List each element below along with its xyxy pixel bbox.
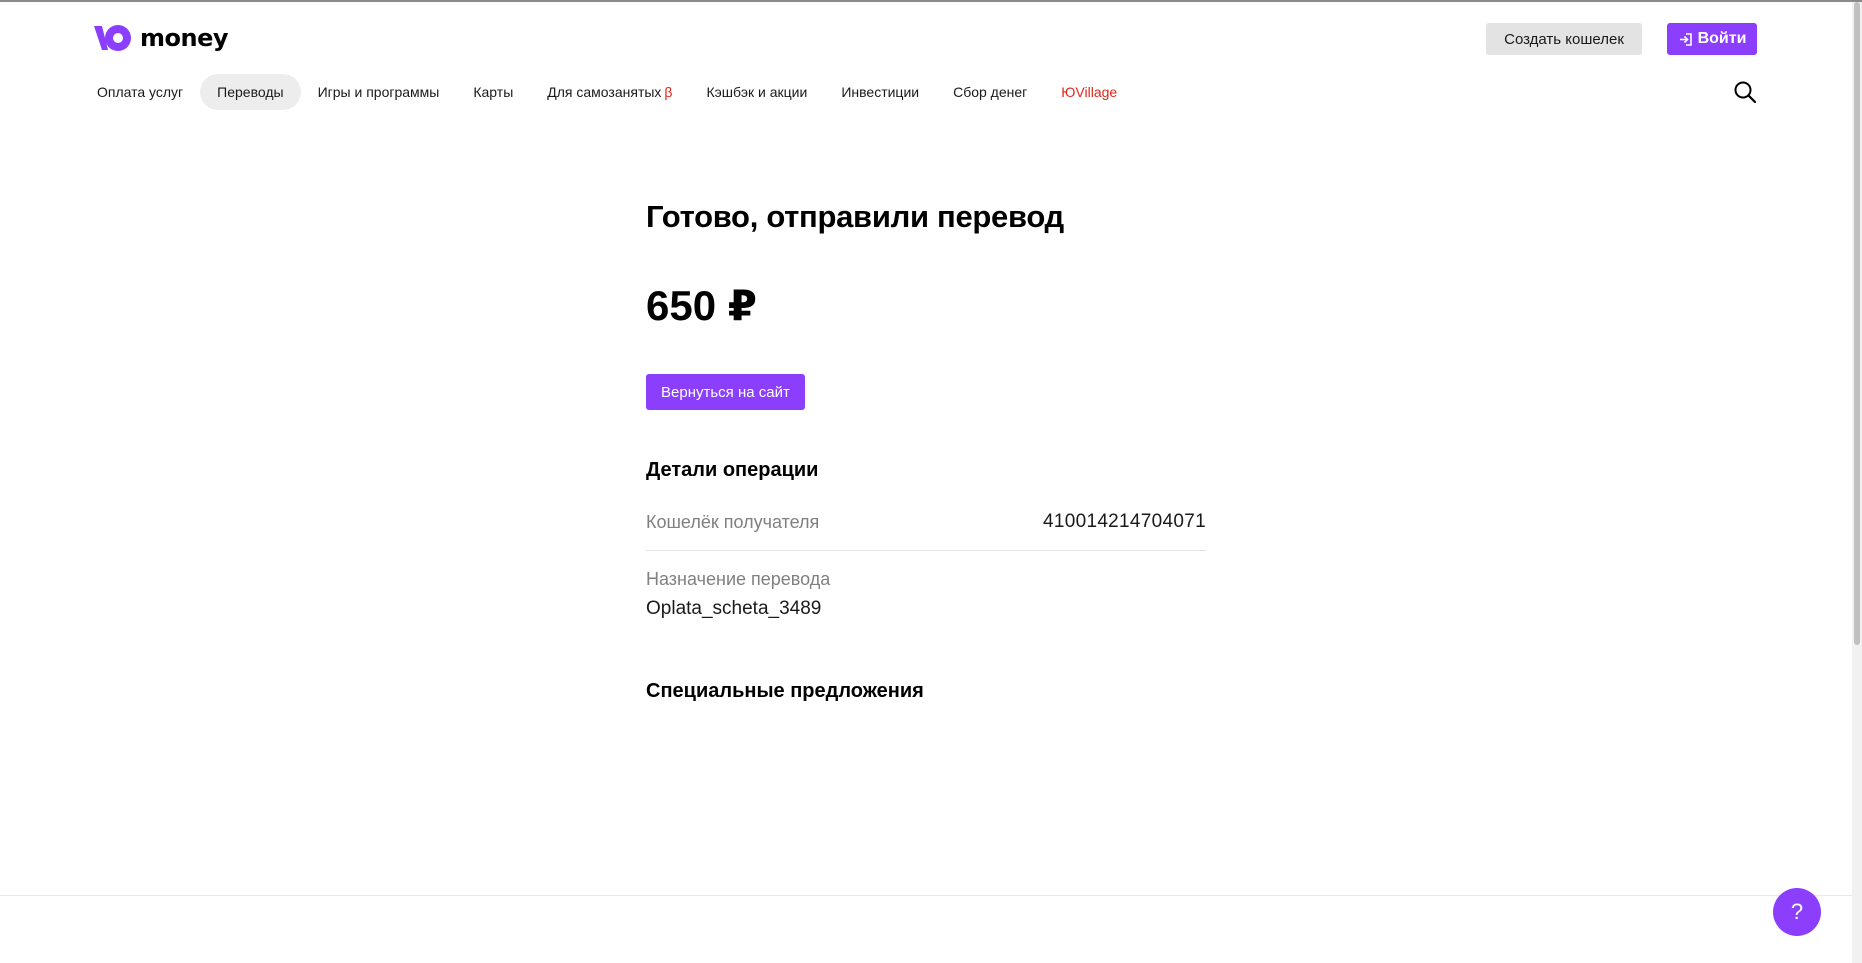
transfer-amount: 650 ₽ bbox=[646, 282, 757, 329]
nav-item-self-employed[interactable]: Для самозанятых β bbox=[530, 74, 689, 110]
main-nav: Оплата услуг Переводы Игры и программы К… bbox=[80, 74, 1134, 110]
nav-item-label: Для самозанятых bbox=[547, 84, 662, 100]
yoomoney-logo[interactable]: money bbox=[94, 23, 229, 53]
recipient-wallet-value: 410014214704071 bbox=[1042, 511, 1206, 532]
transfer-purpose-label: Назначение перевода bbox=[646, 569, 831, 589]
nav-item-label: Кэшбэк и акции bbox=[706, 84, 808, 100]
nav-item-label: ЮVillage bbox=[1061, 84, 1118, 100]
yoomoney-logo-icon bbox=[94, 25, 131, 51]
help-button[interactable]: ? bbox=[1773, 888, 1821, 936]
page-title: Готово, отправили перевод bbox=[646, 199, 1064, 234]
login-button[interactable]: Войти bbox=[1667, 23, 1757, 55]
site-header: money Создать кошелек Войти Оплата услуг… bbox=[0, 2, 1852, 112]
nav-item-label: Карты bbox=[473, 84, 514, 100]
nav-item-label: Оплата услуг bbox=[97, 84, 184, 100]
nav-item-label: Игры и программы bbox=[317, 84, 440, 100]
scrollbar-thumb[interactable] bbox=[1854, 2, 1860, 645]
nav-item-cashback[interactable]: Кэшбэк и акции bbox=[689, 74, 824, 110]
login-button-label: Войти bbox=[1697, 30, 1747, 47]
nav-item-investments[interactable]: Инвестиции bbox=[824, 74, 936, 110]
recipient-wallet-label: Кошелёк получателя bbox=[646, 511, 820, 532]
nav-item-services[interactable]: Оплата услуг bbox=[80, 74, 200, 110]
nav-item-transfers[interactable]: Переводы bbox=[200, 74, 301, 110]
transfer-purpose-value: Oplata_scheta_3489 bbox=[646, 598, 822, 619]
back-to-site-button[interactable]: Вернуться на сайт bbox=[646, 374, 805, 410]
create-wallet-button[interactable]: Создать кошелек bbox=[1486, 23, 1642, 55]
scrollbar[interactable] bbox=[1852, 2, 1862, 963]
nav-item-label: Сбор денег bbox=[953, 84, 1028, 100]
transfer-result: Готово, отправили перевод 650 ₽ Вернутьс… bbox=[646, 197, 1206, 704]
beta-badge: β bbox=[664, 84, 673, 100]
search-icon bbox=[1734, 81, 1757, 104]
recipient-wallet-row: Кошелёк получателя 410014214704071 bbox=[646, 511, 1206, 551]
nav-item-label: Переводы bbox=[217, 84, 284, 100]
operation-details-heading: Детали операции bbox=[646, 459, 819, 481]
nav-item-cards[interactable]: Карты bbox=[456, 74, 530, 110]
nav-item-fundraising[interactable]: Сбор денег bbox=[936, 74, 1044, 110]
logo-text: money bbox=[140, 24, 229, 52]
footer-divider bbox=[0, 895, 1852, 896]
nav-item-label: Инвестиции bbox=[841, 84, 920, 100]
page: money Создать кошелек Войти Оплата услуг… bbox=[0, 0, 1862, 963]
login-arrow-icon bbox=[1678, 32, 1693, 47]
nav-item-yuvillage[interactable]: ЮVillage bbox=[1044, 74, 1134, 110]
nav-item-games[interactable]: Игры и программы bbox=[301, 74, 457, 110]
search-button[interactable] bbox=[1733, 80, 1759, 106]
special-offers-heading: Специальные предложения bbox=[646, 680, 924, 702]
